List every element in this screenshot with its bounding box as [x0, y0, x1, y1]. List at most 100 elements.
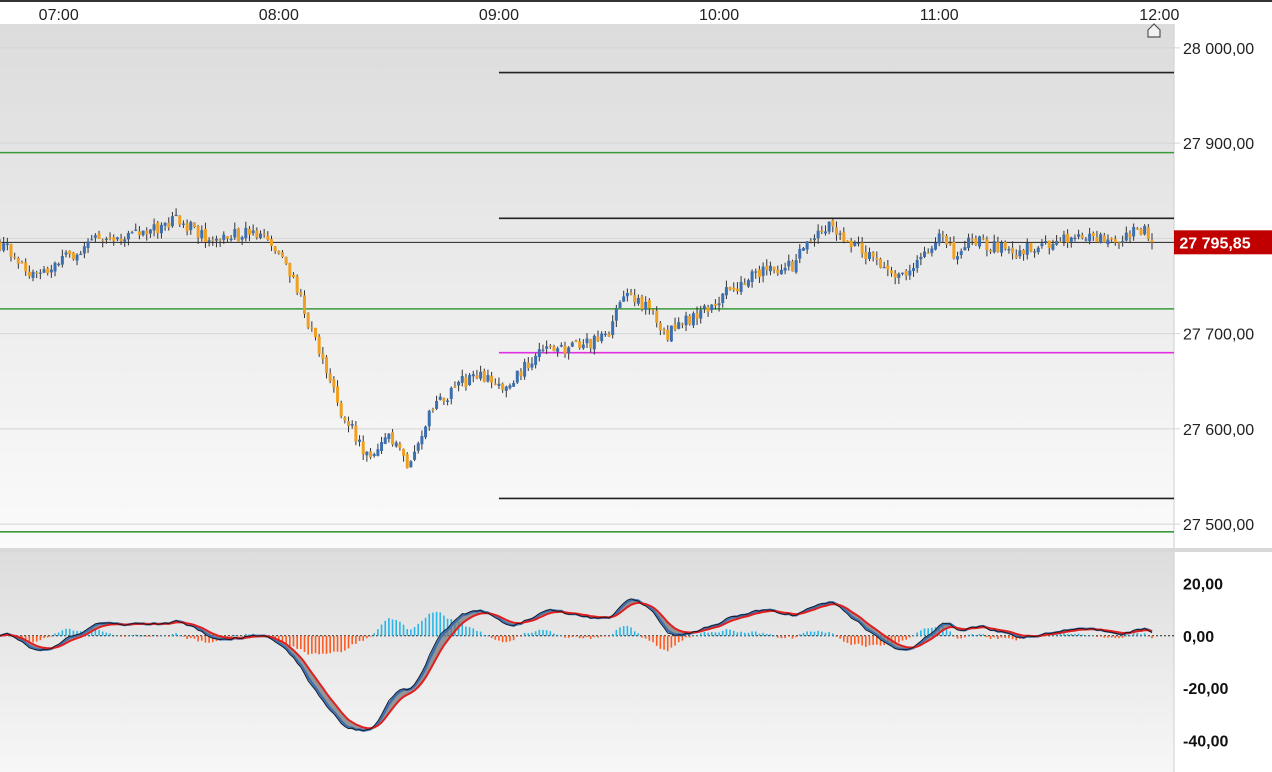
histogram-bar — [964, 635, 966, 638]
histogram-bar — [641, 635, 643, 638]
histogram-bar — [997, 635, 999, 640]
histogram-bar — [971, 634, 974, 636]
oscillator-pane[interactable] — [0, 552, 1174, 772]
histogram-bar — [395, 619, 398, 636]
histogram-bar — [307, 635, 309, 655]
histogram-bar — [835, 635, 838, 637]
histogram-bar — [527, 633, 530, 636]
histogram-bar — [688, 635, 691, 638]
histogram-bar — [336, 635, 339, 652]
histogram-bar — [740, 631, 742, 636]
histogram-bar — [538, 629, 541, 636]
histogram-bar — [630, 627, 632, 636]
histogram-bar — [696, 635, 698, 636]
histogram-bar — [721, 630, 724, 636]
histogram-bar — [791, 635, 794, 639]
histogram-bar — [1092, 635, 1095, 637]
histogram-bar — [171, 634, 174, 636]
histogram-bar — [707, 632, 709, 636]
histogram-bar — [289, 635, 291, 647]
histogram-bar — [916, 632, 918, 636]
histogram-bar — [817, 630, 819, 636]
price-tick-label: 27 600,00 — [1183, 422, 1254, 439]
x-tick-label: 08:00 — [259, 7, 299, 24]
histogram-bar — [112, 634, 115, 636]
histogram-bar — [149, 635, 152, 637]
histogram-bar — [1008, 635, 1010, 639]
histogram-bar — [747, 632, 750, 636]
histogram-bar — [868, 635, 871, 646]
histogram-bar — [1110, 635, 1113, 638]
histogram-bar — [982, 634, 985, 636]
histogram-bar — [39, 635, 42, 641]
histogram-bar — [1125, 635, 1128, 637]
histogram-bar — [637, 633, 640, 636]
histogram-bar — [329, 635, 331, 654]
histogram-bar — [1077, 633, 1080, 636]
histogram-bar — [553, 633, 555, 636]
histogram-bar — [483, 634, 486, 636]
histogram-bar — [531, 632, 533, 636]
histogram-bar — [571, 635, 574, 638]
x-tick-label: 11:00 — [920, 7, 959, 24]
histogram-bar — [292, 635, 295, 647]
histogram-bar — [1085, 635, 1087, 637]
histogram-bar — [769, 634, 772, 636]
chart-area[interactable]: 07:00 08:00 09:00 10:00 11:00 12:00 28 000,00… — [0, 0, 1272, 772]
histogram-bar — [857, 635, 860, 644]
histogram-bar — [105, 632, 108, 636]
histogram-bar — [501, 635, 504, 643]
time-axis[interactable] — [0, 0, 1272, 24]
histogram-bar — [1004, 635, 1007, 639]
histogram-bar — [167, 635, 170, 637]
price-tick-label: 27 700,00 — [1183, 327, 1254, 344]
histogram-bar — [534, 631, 537, 636]
histogram-bar — [586, 635, 588, 638]
histogram-bar — [428, 613, 431, 636]
histogram-bar — [186, 635, 188, 639]
histogram-bar — [468, 627, 471, 636]
candle — [640, 294, 644, 312]
histogram-bar — [758, 633, 761, 636]
histogram-bar — [142, 635, 144, 637]
candle — [339, 400, 343, 419]
histogram-bar — [68, 628, 71, 636]
histogram-bar — [762, 632, 764, 636]
price-axis[interactable] — [1174, 24, 1272, 548]
histogram-bar — [366, 635, 368, 639]
histogram-bar — [564, 635, 566, 638]
histogram-bar — [402, 624, 405, 636]
histogram-bar — [1114, 635, 1117, 639]
x-tick-label: 09:00 — [479, 7, 519, 24]
histogram-bar — [960, 635, 963, 639]
histogram-bar — [377, 629, 379, 636]
histogram-bar — [901, 635, 904, 641]
histogram-bar — [718, 632, 720, 636]
histogram-bar — [839, 635, 841, 639]
oscillator-tick-label: 0,00 — [1183, 629, 1214, 646]
histogram-bar — [861, 635, 863, 646]
histogram-bar — [659, 635, 662, 649]
histogram-bar — [798, 634, 801, 636]
histogram-bar — [417, 623, 420, 636]
oscillator-tick-label: 20,00 — [1183, 576, 1223, 593]
histogram-bar — [388, 618, 390, 636]
histogram-bar — [1000, 635, 1003, 638]
histogram-bar — [674, 635, 676, 646]
price-pane[interactable] — [0, 24, 1174, 548]
oscillator-tick-label: -40,00 — [1183, 734, 1228, 751]
histogram-bar — [978, 633, 981, 636]
histogram-bar — [347, 635, 350, 649]
histogram-bar — [920, 630, 922, 636]
histogram-bar — [234, 634, 236, 636]
histogram-bar — [714, 632, 717, 636]
histogram-bar — [956, 635, 959, 639]
histogram-bar — [340, 635, 342, 653]
pane-divider[interactable] — [0, 548, 1272, 552]
histogram-bar — [494, 635, 497, 640]
histogram-bar — [854, 635, 856, 645]
histogram-bar — [46, 635, 49, 638]
histogram-bar — [626, 625, 629, 636]
histogram-bar — [50, 635, 53, 637]
x-tick-label: 12:00 — [1139, 7, 1179, 24]
